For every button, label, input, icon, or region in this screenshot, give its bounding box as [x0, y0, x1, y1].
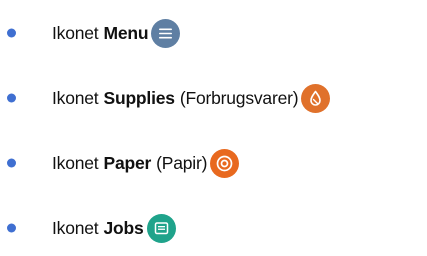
- paper-roll-icon: [210, 148, 240, 178]
- bullet: [7, 93, 16, 103]
- item-name: Paper: [103, 152, 152, 173]
- item-text: Ikonet Supplies (Forbrugsvarer): [52, 83, 331, 113]
- item-prefix: Ikonet: [52, 22, 99, 43]
- item-name: Menu: [103, 22, 149, 43]
- item-prefix: Ikonet: [52, 217, 99, 238]
- item-text: Ikonet Jobs: [52, 213, 176, 243]
- bullet: [7, 158, 16, 168]
- item-text: Ikonet Paper (Papir): [52, 148, 240, 178]
- item-name: Jobs: [103, 217, 144, 238]
- item-prefix: Ikonet: [52, 87, 99, 108]
- item-prefix: Ikonet: [52, 152, 99, 173]
- jobs-icon: [146, 213, 176, 243]
- item-suffix: (Papir): [156, 152, 208, 173]
- item-suffix: (Forbrugsvarer): [179, 87, 299, 108]
- item-text: Ikonet Menu: [52, 18, 181, 48]
- supplies-drop-icon: [301, 83, 331, 113]
- bullet: [7, 223, 16, 233]
- menu-icon: [151, 18, 181, 48]
- icon-list: Ikonet Menu Ikonet Supplies (Forbrugsvar…: [0, 0, 427, 256]
- item-name: Supplies: [103, 87, 175, 108]
- bullet: [7, 28, 16, 38]
